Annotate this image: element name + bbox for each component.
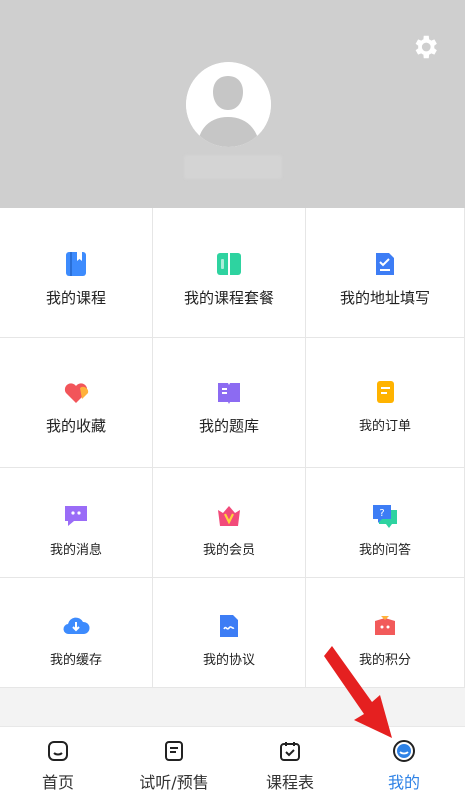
menu-item-my-points[interactable]: 我的积分	[306, 578, 465, 688]
message-icon	[65, 506, 87, 526]
menu-item-label: 我的课程	[45, 289, 106, 307]
menu-item-label: 我的课程套餐	[183, 289, 274, 307]
menu-item-my-question-bank[interactable]: 我的题库	[153, 338, 306, 468]
calendar-check-icon	[280, 742, 300, 761]
document-icon	[165, 741, 183, 761]
menu-item-my-agreements[interactable]: 我的协议	[153, 578, 306, 688]
username-placeholder	[184, 155, 282, 179]
gear-icon[interactable]	[410, 32, 440, 62]
tab-label: 课程表	[265, 773, 314, 792]
svg-text:?: ?	[379, 508, 384, 519]
avatar-icon	[186, 62, 271, 147]
menu-item-my-messages[interactable]: 我的消息	[0, 468, 153, 578]
cloud-download-icon	[63, 617, 90, 635]
menu-item-label: 我的题库	[198, 417, 259, 435]
menu-item-label: 我的消息	[49, 543, 102, 558]
tab-mine[interactable]: 我的	[364, 727, 444, 800]
menu-item-my-orders[interactable]: 我的订单	[306, 338, 465, 468]
menu-item-my-cache[interactable]: 我的缓存	[0, 578, 153, 688]
tab-label: 试听/预售	[139, 773, 209, 792]
tab-home[interactable]: 首页	[18, 727, 98, 800]
menu-item-label: 我的协议	[202, 653, 255, 668]
profile-icon	[393, 740, 415, 762]
menu-item-label: 我的会员	[202, 543, 255, 558]
menu-item-label: 我的问答	[358, 543, 411, 558]
bottom-tab-bar: 首页 试听/预售 课程表 我的	[0, 726, 465, 800]
menu-item-my-qa[interactable]: ? 我的问答	[306, 468, 465, 578]
menu-item-label: 我的缓存	[49, 653, 102, 668]
avatar[interactable]	[186, 62, 271, 147]
home-icon	[48, 741, 68, 761]
tab-trial-presale[interactable]: 试听/预售	[128, 727, 220, 800]
points-icon	[375, 616, 395, 635]
order-icon	[377, 381, 394, 403]
qa-icon: ?	[373, 505, 397, 528]
menu-item-my-courses[interactable]: 我的课程	[0, 208, 153, 338]
feature-grid: 我的课程 我的课程套餐 我的地址填写 我的收藏 我的题库 我的订单 我的消息 我…	[0, 208, 465, 688]
menu-item-label: 我的订单	[358, 419, 411, 434]
heart-icon	[64, 383, 89, 403]
open-book-icon	[217, 253, 241, 275]
question-bank-icon	[218, 383, 240, 404]
grid-footer-gap	[0, 688, 465, 726]
vip-icon	[218, 506, 240, 526]
agreement-icon	[220, 615, 238, 637]
menu-item-label: 我的积分	[358, 653, 411, 668]
profile-header	[0, 0, 465, 208]
menu-item-my-course-packages[interactable]: 我的课程套餐	[153, 208, 306, 338]
tab-label: 首页	[41, 773, 74, 792]
tab-label: 我的	[387, 773, 420, 792]
menu-item-my-address[interactable]: 我的地址填写	[306, 208, 465, 338]
menu-item-label: 我的收藏	[45, 417, 106, 435]
menu-item-label: 我的地址填写	[339, 289, 430, 307]
checklist-icon	[376, 253, 394, 275]
menu-item-my-membership[interactable]: 我的会员	[153, 468, 306, 578]
tab-course-schedule[interactable]: 课程表	[250, 727, 330, 800]
menu-item-my-favorites[interactable]: 我的收藏	[0, 338, 153, 468]
book-icon	[66, 252, 86, 276]
